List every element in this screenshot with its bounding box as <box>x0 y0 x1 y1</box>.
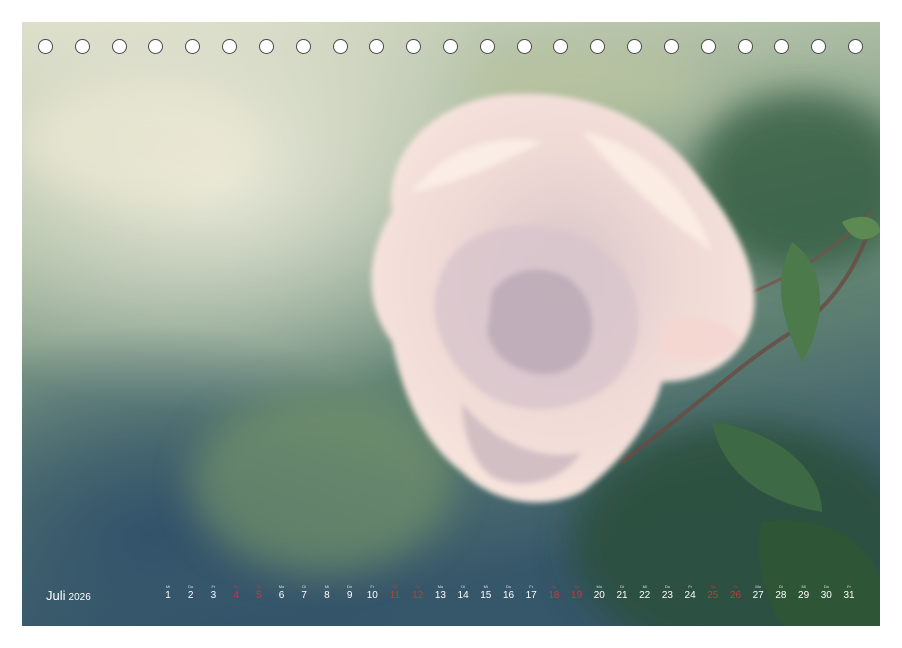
day-number: 10 <box>366 590 378 601</box>
day-cell: Mo 6 <box>271 584 293 602</box>
day-cell: Di 14 <box>452 584 474 602</box>
day-number: 4 <box>233 590 239 601</box>
binding-hole <box>848 39 863 54</box>
day-number: 8 <box>324 590 330 601</box>
day-cell: Do 16 <box>498 584 520 602</box>
day-cell: Mi 8 <box>316 584 338 602</box>
day-number: 28 <box>775 590 787 601</box>
day-cell: Di 7 <box>293 584 315 602</box>
day-number: 18 <box>548 590 560 601</box>
day-cell: Mi 1 <box>157 584 179 602</box>
binding-hole <box>811 39 827 54</box>
day-number: 1 <box>165 590 171 601</box>
binding-hole <box>148 39 164 54</box>
day-cell: Sa 4 <box>225 584 247 602</box>
binding-hole <box>479 39 495 54</box>
binding-hole <box>516 39 532 54</box>
day-number: 5 <box>256 590 262 601</box>
day-number: 25 <box>707 590 719 601</box>
day-cell: Fr 10 <box>361 584 383 602</box>
day-number: 16 <box>502 590 515 601</box>
day-number: 3 <box>210 590 217 601</box>
binding-hole <box>700 39 716 54</box>
day-number: 15 <box>480 590 492 601</box>
day-cell: Mi 29 <box>793 584 815 602</box>
day-number: 14 <box>457 590 469 601</box>
day-cell: Mo 13 <box>429 584 451 602</box>
day-number: 12 <box>412 590 424 601</box>
day-cell: Sa 25 <box>702 584 724 602</box>
day-number: 23 <box>661 590 673 601</box>
day-number: 19 <box>571 590 583 601</box>
day-cell: Mi 15 <box>475 584 497 602</box>
day-cell: Mo 20 <box>588 584 610 602</box>
day-number: 9 <box>346 590 353 601</box>
day-number: 7 <box>301 590 307 601</box>
calendar-page: Juli 2026 Mi 1 Do 2 Fr 3 Sa 4 So 5 Mo 6 Di 7 Mi 8 Do 9 Fr 10… <box>22 22 880 626</box>
binding-hole <box>627 39 643 54</box>
day-number: 21 <box>616 590 628 601</box>
day-cell: So 19 <box>566 584 588 602</box>
binding-hole <box>406 39 422 54</box>
binding-hole <box>663 39 679 54</box>
day-number: 27 <box>752 590 764 601</box>
day-cell: Di 21 <box>611 584 633 602</box>
day-number: 2 <box>187 590 194 601</box>
binding-hole <box>332 39 348 54</box>
day-number: 24 <box>684 590 696 601</box>
day-cell: Mo 27 <box>747 584 769 602</box>
day-cell: Sa 18 <box>543 584 565 602</box>
binding-hole <box>185 39 201 54</box>
binding-hole <box>369 39 385 54</box>
day-cell: Fr 3 <box>202 584 224 602</box>
day-cell: Sa 11 <box>384 584 406 602</box>
binding-hole <box>222 39 238 54</box>
day-cell: Do 9 <box>339 584 361 602</box>
day-cell: So 12 <box>407 584 429 602</box>
day-cell: Do 30 <box>815 584 837 602</box>
binding-hole <box>443 39 458 54</box>
day-cell: Fr 24 <box>679 584 701 602</box>
binding-hole <box>111 39 127 54</box>
day-number: 22 <box>639 590 651 601</box>
day-number: 20 <box>593 590 605 601</box>
binding-hole <box>295 39 311 54</box>
binding-hole <box>774 39 790 54</box>
day-number: 6 <box>278 590 285 601</box>
day-number: 30 <box>820 590 832 601</box>
binding-hole <box>737 39 753 54</box>
day-cell: So 5 <box>248 584 270 602</box>
day-cell: Fr 17 <box>520 584 542 602</box>
binding-hole <box>74 39 90 54</box>
day-number: 31 <box>843 590 855 601</box>
binding-hole <box>258 39 274 54</box>
rose-photo <box>22 22 880 626</box>
day-cell: Di 28 <box>770 584 792 602</box>
day-cell: Fr 31 <box>838 584 860 602</box>
day-number: 13 <box>434 590 446 601</box>
binding-hole <box>38 39 53 54</box>
day-number: 11 <box>389 590 401 601</box>
binding-hole <box>553 39 569 54</box>
binding-hole <box>590 39 606 54</box>
spiral-binding <box>22 36 880 60</box>
day-number: 17 <box>525 590 537 601</box>
day-cell: Do 23 <box>656 584 678 602</box>
day-cell: So 26 <box>725 584 747 602</box>
day-cell: Do 2 <box>180 584 202 602</box>
day-number: 29 <box>798 590 810 601</box>
day-cell: Mi 22 <box>634 584 656 602</box>
day-number: 26 <box>729 590 742 601</box>
day-strip: Mi 1 Do 2 Fr 3 Sa 4 So 5 Mo 6 Di 7 Mi 8 Do 9 Fr 10 Sa 11 So 12 M… <box>22 584 880 606</box>
